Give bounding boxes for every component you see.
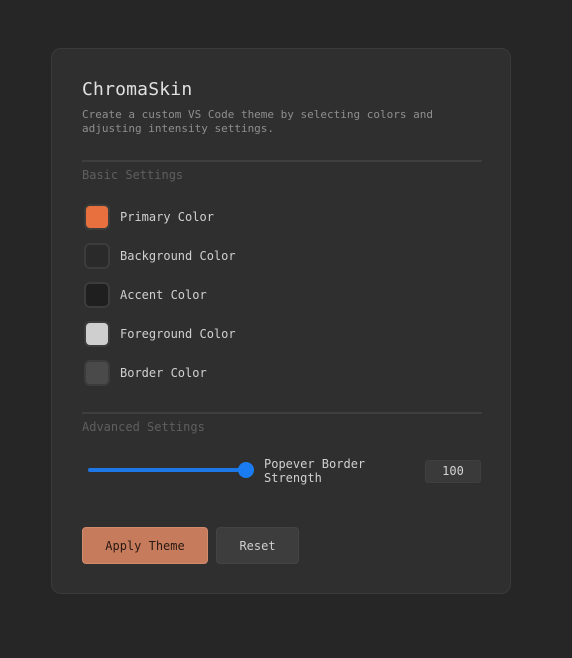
- border-strength-label: Popever Border Strength: [264, 457, 366, 485]
- border-strength-value[interactable]: 100: [425, 460, 481, 483]
- border-color-row[interactable]: Border Color: [84, 360, 207, 386]
- border-color-swatch[interactable]: [84, 360, 110, 386]
- foreground-color-swatch[interactable]: [84, 321, 110, 347]
- accent-color-row[interactable]: Accent Color: [84, 282, 207, 308]
- accent-color-swatch[interactable]: [84, 282, 110, 308]
- background-color-label: Background Color: [120, 249, 236, 263]
- background-color-row[interactable]: Background Color: [84, 243, 236, 269]
- divider: [82, 412, 482, 414]
- divider: [82, 160, 482, 162]
- primary-color-row[interactable]: Primary Color: [84, 204, 214, 230]
- accent-color-label: Accent Color: [120, 288, 207, 302]
- border-color-label: Border Color: [120, 366, 207, 380]
- slider-thumb[interactable]: [238, 462, 254, 478]
- foreground-color-row[interactable]: Foreground Color: [84, 321, 236, 347]
- basic-settings-heading: Basic Settings: [82, 168, 184, 182]
- advanced-settings-heading: Advanced Settings: [82, 420, 205, 434]
- primary-color-swatch[interactable]: [84, 204, 110, 230]
- reset-button[interactable]: Reset: [216, 527, 299, 564]
- app-subtitle: Create a custom VS Code theme by selecti…: [82, 108, 433, 135]
- foreground-color-label: Foreground Color: [120, 327, 236, 341]
- theme-editor-card: ChromaSkin Create a custom VS Code theme…: [51, 48, 511, 594]
- primary-color-label: Primary Color: [120, 210, 214, 224]
- border-strength-slider[interactable]: [88, 462, 254, 478]
- app-title: ChromaSkin: [82, 79, 193, 100]
- slider-fill: [88, 468, 246, 472]
- apply-theme-button[interactable]: Apply Theme: [82, 527, 208, 564]
- background-color-swatch[interactable]: [84, 243, 110, 269]
